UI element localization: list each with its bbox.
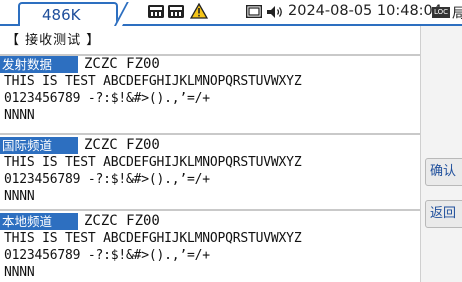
- screen-icon: [246, 5, 262, 18]
- ethernet-icon: [168, 5, 184, 18]
- message-line: THIS IS TEST ABCDEFGHIJKLMNOPQRSTUVWXYZ: [4, 231, 302, 246]
- message-area: 【 接收测试 】 发射数据 ZCZC FZ00 THIS IS TEST ABC…: [0, 26, 420, 282]
- mode-tab[interactable]: 486K: [18, 2, 118, 26]
- datetime: 2024-08-05 10:48:04: [288, 3, 442, 19]
- loc-badge: LOC: [432, 7, 450, 18]
- mode-tab-label: 486K: [42, 6, 81, 24]
- channel-label: 发射数据: [0, 56, 78, 73]
- message-line: THIS IS TEST ABCDEFGHIJKLMNOPQRSTUVWXYZ: [4, 74, 302, 89]
- confirm-button[interactable]: 确认: [425, 158, 462, 186]
- divider: [0, 209, 420, 211]
- message-line: NNNN: [4, 108, 35, 123]
- divider: [0, 133, 420, 135]
- ethernet-icon: [148, 5, 164, 18]
- side-panel: 确认 返回: [420, 26, 462, 282]
- message-line: NNNN: [4, 189, 35, 204]
- message-heading: ZCZC FZ00: [84, 137, 160, 153]
- warning-icon: [190, 3, 208, 19]
- message-line: THIS IS TEST ABCDEFGHIJKLMNOPQRSTUVWXYZ: [4, 155, 302, 170]
- status-truncated-text: 局: [452, 6, 462, 22]
- message-line: 0123456789 -?:$!&#>().,’=/+: [4, 172, 210, 187]
- channel-label: 本地频道: [0, 213, 78, 230]
- status-bar: 486K 2024-08-05 10:48:04 LOC 局: [0, 0, 462, 26]
- message-heading: ZCZC FZ00: [84, 213, 160, 229]
- page-title: 【 接收测试 】: [6, 33, 101, 48]
- panel-international-channel: 国际频道 ZCZC FZ00 THIS IS TEST ABCDEFGHIJKL…: [0, 137, 420, 209]
- message-heading: ZCZC FZ00: [84, 56, 160, 72]
- screen: 486K 2024-08-05 10:48:04 LOC 局 【 接收测试 】 …: [0, 0, 462, 282]
- back-button[interactable]: 返回: [425, 200, 462, 228]
- panel-transmit-data: 发射数据 ZCZC FZ00 THIS IS TEST ABCDEFGHIJKL…: [0, 56, 420, 128]
- message-line: NNNN: [4, 265, 35, 280]
- message-line: 0123456789 -?:$!&#>().,’=/+: [4, 248, 210, 263]
- message-line: 0123456789 -?:$!&#>().,’=/+: [4, 91, 210, 106]
- channel-label: 国际频道: [0, 137, 78, 154]
- panel-local-channel: 本地频道 ZCZC FZ00 THIS IS TEST ABCDEFGHIJKL…: [0, 213, 420, 282]
- speaker-icon: [267, 6, 282, 18]
